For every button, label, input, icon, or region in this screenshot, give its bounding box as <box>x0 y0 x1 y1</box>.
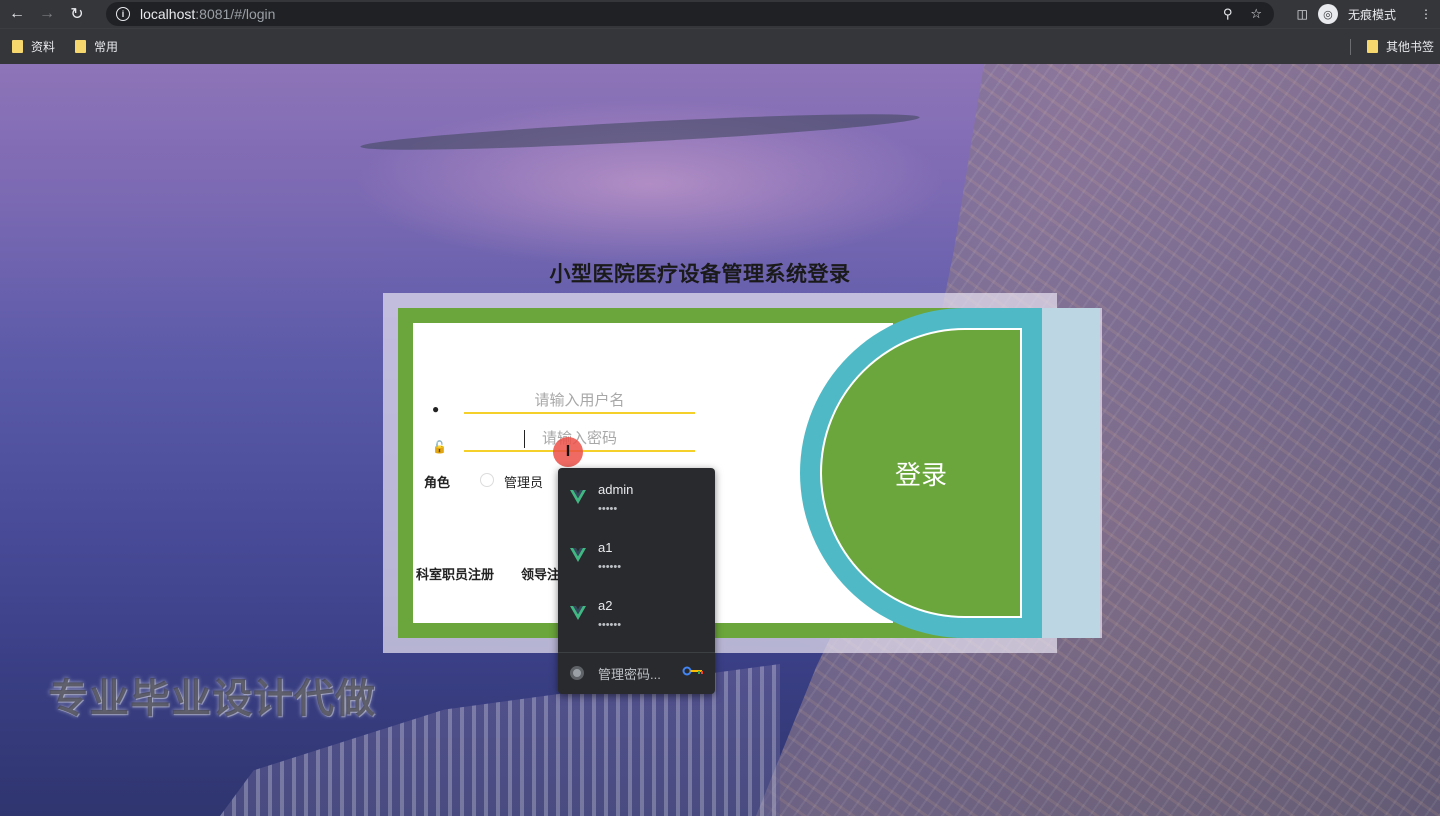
site-info-icon[interactable]: i <box>116 7 130 21</box>
key-icon[interactable]: ⚲ <box>1223 6 1233 22</box>
suggestion-password-mask: •••••• <box>598 561 622 573</box>
user-icon: ● <box>432 402 440 416</box>
suggestion-username: a2 <box>598 598 613 613</box>
suggestion-password-mask: ••••• <box>598 503 618 515</box>
reload-icon[interactable]: ↻ <box>64 0 90 28</box>
text-cursor-icon: I <box>553 437 583 467</box>
bookmark-label: 资料 <box>31 40 56 54</box>
url-rest: :8081/#/login <box>195 6 276 22</box>
register-leader-link[interactable]: 领导注 <box>521 564 560 583</box>
menu-icon[interactable]: ⋮ <box>1420 7 1432 21</box>
back-arrow-icon[interactable]: ← <box>4 0 30 28</box>
bookmark-folder-0[interactable]: 资料 <box>12 38 55 55</box>
url-text[interactable]: localhost:8081/#/login <box>140 6 275 22</box>
vue-logo-icon <box>570 548 586 562</box>
folder-icon <box>12 40 23 53</box>
vue-logo-icon <box>570 490 586 504</box>
password-key-icon <box>682 666 703 676</box>
login-button-label: 登录 <box>894 459 947 490</box>
password-suggestion[interactable]: admin ••••• <box>558 468 715 526</box>
chrome-icon <box>570 666 584 680</box>
browser-toolbar: ← → ↻ i localhost:8081/#/login ⚲ ☆ ◫ ◎ 无… <box>0 0 1440 28</box>
bookmark-folder-1[interactable]: 常用 <box>75 38 118 55</box>
folder-icon <box>1366 40 1378 53</box>
role-label: 角色 <box>424 475 451 490</box>
role-option-label[interactable]: 管理员 <box>504 472 543 491</box>
role-radio-admin[interactable] <box>480 473 494 487</box>
side-panel-icon[interactable]: ◫ <box>1297 7 1308 21</box>
suggestion-username: admin <box>598 482 634 497</box>
folder-icon <box>75 40 87 53</box>
bookmarks-bar: 资料 常用 其他书签 <box>0 28 1440 64</box>
forward-arrow-icon[interactable]: → <box>34 0 60 28</box>
url-host: localhost <box>140 6 196 22</box>
manage-passwords-link[interactable]: 管理密码... <box>598 664 661 683</box>
password-suggestion[interactable]: a2 •••••• <box>558 584 715 642</box>
username-input[interactable] <box>464 388 695 414</box>
background-coastline <box>359 107 921 157</box>
page-background: 小型医院医疗设备管理系统登录 登录 ● 🔓 角色 管理员 科室职员注册 领导注 … <box>0 64 1440 816</box>
page-title: 小型医院医疗设备管理系统登录 <box>0 258 1440 288</box>
bookmark-label: 常用 <box>94 40 119 54</box>
address-bar[interactable]: i localhost:8081/#/login ⚲ ☆ <box>106 2 1274 26</box>
incognito-icon[interactable]: ◎ <box>1317 4 1338 24</box>
suggestion-password-mask: •••••• <box>598 619 622 631</box>
watermark-text: 专业毕业设计代做 <box>48 677 376 721</box>
text-caret <box>524 430 525 448</box>
other-bookmarks[interactable]: 其他书签 <box>1386 38 1434 55</box>
popup-divider <box>558 652 715 653</box>
star-icon[interactable]: ☆ <box>1250 6 1262 22</box>
suggestion-username: a1 <box>598 540 613 555</box>
register-staff-link[interactable]: 科室职员注册 <box>416 564 494 583</box>
password-suggestions-popup: admin ••••• a1 •••••• a2 •••••• 管理密码... <box>558 468 715 694</box>
login-card-edge <box>1042 308 1102 638</box>
page-title-text: 小型医院医疗设备管理系统登录 <box>549 263 851 286</box>
bookmark-divider <box>1349 38 1351 55</box>
vue-logo-icon <box>570 606 586 620</box>
incognito-label[interactable]: 无痕模式 <box>1348 6 1396 23</box>
password-suggestion[interactable]: a1 •••••• <box>558 526 715 584</box>
lock-icon: 🔓 <box>432 440 447 454</box>
